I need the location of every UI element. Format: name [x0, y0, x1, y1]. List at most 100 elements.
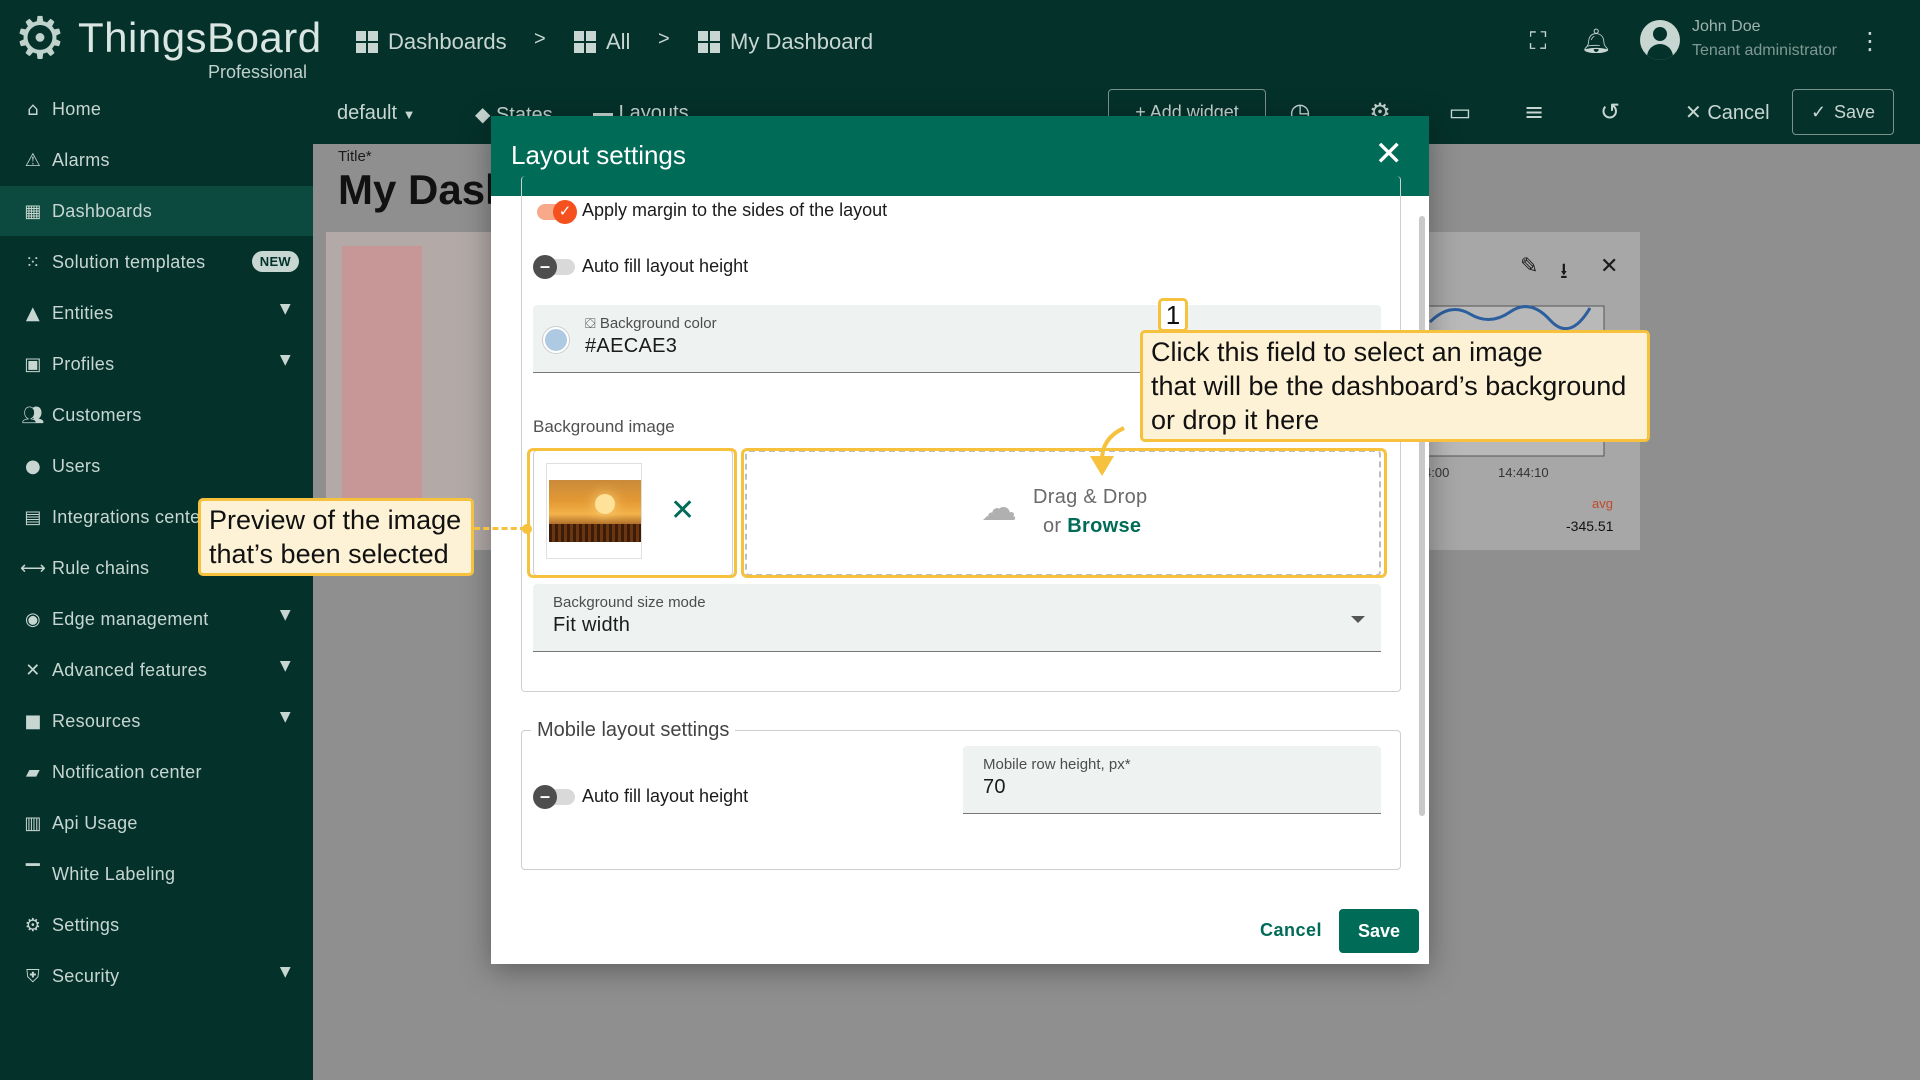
sidebar-item-label: Edge management [52, 608, 209, 629]
sidebar-item-edge-management[interactable]: ◉ Edge management ▼ [0, 594, 313, 644]
notifications-bell-icon[interactable]: 🔔︎ [1579, 24, 1613, 58]
sidebar-item-label: Api Usage [52, 812, 138, 833]
notification-icon: ▰ [25, 761, 41, 783]
fullscreen-icon[interactable]: ⛶ [1521, 24, 1555, 58]
sidebar-item-profiles[interactable]: ▣ Profiles ▼ [0, 339, 313, 389]
avg-value: -345.51 [1566, 518, 1614, 534]
sidebar-item-label: White Labeling [52, 863, 176, 884]
state-select[interactable]: default ▼ [337, 102, 416, 125]
sidebar-item-label: Users [52, 455, 101, 476]
color-swatch[interactable] [543, 327, 569, 353]
sidebar-item-dashboards[interactable]: ▦ Dashboards [0, 186, 313, 236]
callout-arrow [1090, 426, 1125, 476]
apply-margin-label: Apply margin to the sides of the layout [582, 200, 888, 220]
widget-blurred-chart [342, 246, 422, 536]
sidebar-item-label: Rule chains [52, 557, 150, 578]
sidebar-item-label: Customers [52, 404, 142, 425]
new-badge: NEW [251, 251, 299, 272]
mobile-auto-fill-height-toggle[interactable]: – [533, 785, 577, 809]
sidebar-item-label: Solution templates [52, 251, 206, 272]
user-role: Tenant administrator [1692, 42, 1837, 59]
breadcrumb-my-dashboard[interactable]: My Dashboard [698, 26, 873, 58]
devices-icon[interactable]: ▭ [1443, 95, 1477, 129]
dialog-close-icon[interactable]: ✕ [1375, 134, 1404, 174]
breadcrumb-all[interactable]: All [574, 26, 630, 58]
check-icon: ✓ [553, 200, 577, 224]
tools-icon: ✕ [25, 659, 41, 681]
sidebar-item-label: Home [52, 98, 102, 119]
sidebar-item-alarms[interactable]: ⚠ Alarms [0, 135, 313, 185]
sidebar-item-label: Dashboards [52, 200, 153, 221]
apply-margin-toggle[interactable]: ✓ [533, 200, 577, 224]
dashboard-icon [698, 31, 720, 53]
rule-chains-icon: ⟷ [20, 557, 47, 579]
breadcrumb-dashboards[interactable]: Dashboards [356, 26, 507, 58]
sidebar-item-users[interactable]: ● Users [0, 441, 313, 491]
sidebar-item-entities[interactable]: ▲ Entities ▼ [0, 288, 313, 338]
sidebar-item-label: Notification center [52, 761, 202, 782]
chevron-down-icon: ▼ [279, 301, 291, 317]
brand-name: ThingsBoard [78, 14, 322, 61]
sidebar-item-notification-center[interactable]: ▰ Notification center [0, 747, 313, 797]
user-icon: ● [24, 455, 41, 477]
dashboard-icon: ▦ [24, 200, 42, 222]
version-history-icon[interactable]: ↺ [1593, 95, 1627, 129]
customers-icon: 👥︎ [21, 404, 45, 426]
breadcrumb-label: Dashboards [388, 29, 507, 54]
mobile-layout-settings-label: Mobile layout settings [531, 719, 736, 742]
user-name: John Doe [1692, 18, 1761, 35]
paint-roller-icon: ▔ [25, 863, 41, 885]
chevron-down-icon: ▼ [279, 709, 291, 725]
chevron-down-icon: ▼ [279, 658, 291, 674]
background-color-label: ⛋ Background color [585, 315, 717, 332]
filter-icon[interactable]: ≡ [1517, 95, 1551, 129]
minus-icon: – [533, 255, 557, 279]
sidebar-item-label: Entities [52, 302, 114, 323]
sidebar-item-label: Integrations center [52, 506, 207, 527]
sidebar-item-white-labeling[interactable]: ▔ White Labeling [0, 849, 313, 899]
sidebar-item-solution-templates[interactable]: ⁙ Solution templates NEW [0, 237, 313, 287]
sidebar-item-label: Security [52, 965, 120, 986]
breadcrumb-label: My Dashboard [730, 29, 874, 54]
toolbar-save-button[interactable]: ✓ Save [1792, 89, 1894, 135]
dialog-scrollbar[interactable] [1419, 216, 1425, 816]
edit-icon[interactable]: ✎ [1520, 254, 1538, 279]
callout-line: that’s been selected [209, 539, 449, 569]
auto-fill-height-toggle[interactable]: – [533, 255, 577, 279]
breadcrumb-separator: > [534, 28, 546, 50]
sidebar-item-label: Profiles [52, 353, 115, 374]
sidebar-item-home[interactable]: ⌂ Home [0, 84, 313, 134]
sidebar-item-label: Resources [52, 710, 141, 731]
sidebar-item-label: Settings [52, 914, 120, 935]
sidebar-item-label: Alarms [52, 149, 110, 170]
chevron-down-icon: ▼ [279, 352, 291, 368]
sidebar-item-customers[interactable]: 👥︎ Customers [0, 390, 313, 440]
sidebar-item-resources[interactable]: ■ Resources ▼ [0, 696, 313, 746]
brand-subtitle: Professional [208, 62, 308, 82]
state-value: default [337, 102, 398, 124]
save-label: Save [1834, 101, 1876, 122]
sidebar-item-label: Advanced features [52, 659, 208, 680]
breadcrumb-separator: > [658, 28, 670, 50]
toolbar-cancel-button[interactable]: ✕ Cancel [1685, 100, 1770, 125]
avg-label: avg [1592, 496, 1613, 511]
avatar[interactable] [1640, 20, 1680, 60]
sidebar-item-api-usage[interactable]: ▥ Api Usage [0, 798, 313, 848]
mobile-row-height-input[interactable]: Mobile row height, px* 70 [963, 746, 1381, 814]
dropzone-callout: Click this field to select an image that… [1140, 330, 1650, 442]
cancel-button[interactable]: Cancel [1260, 920, 1322, 941]
more-vert-icon[interactable]: ⋮ [1853, 24, 1887, 58]
alarm-icon: ⚠ [24, 149, 42, 171]
callout-line: Click this field to select an image [1151, 337, 1543, 367]
top-bar: ⚙ ThingsBoard Professional Dashboards > … [0, 0, 1920, 84]
background-size-mode-select[interactable]: Background size mode Fit width [533, 584, 1381, 652]
thingsboard-logo[interactable]: ⚙ ThingsBoard Professional [12, 8, 321, 82]
dashboard-icon [356, 31, 378, 53]
sidebar-item-advanced-features[interactable]: ✕ Advanced features ▼ [0, 645, 313, 695]
save-button[interactable]: Save [1339, 909, 1419, 953]
remove-widget-icon[interactable]: ✕ [1600, 254, 1618, 279]
sidebar-item-settings[interactable]: ⚙ Settings [0, 900, 313, 950]
download-icon[interactable]: ⭳ [1560, 254, 1568, 292]
sidebar-item-security[interactable]: ⛨ Security ▼ [0, 951, 313, 1001]
callout-connector [474, 527, 526, 530]
